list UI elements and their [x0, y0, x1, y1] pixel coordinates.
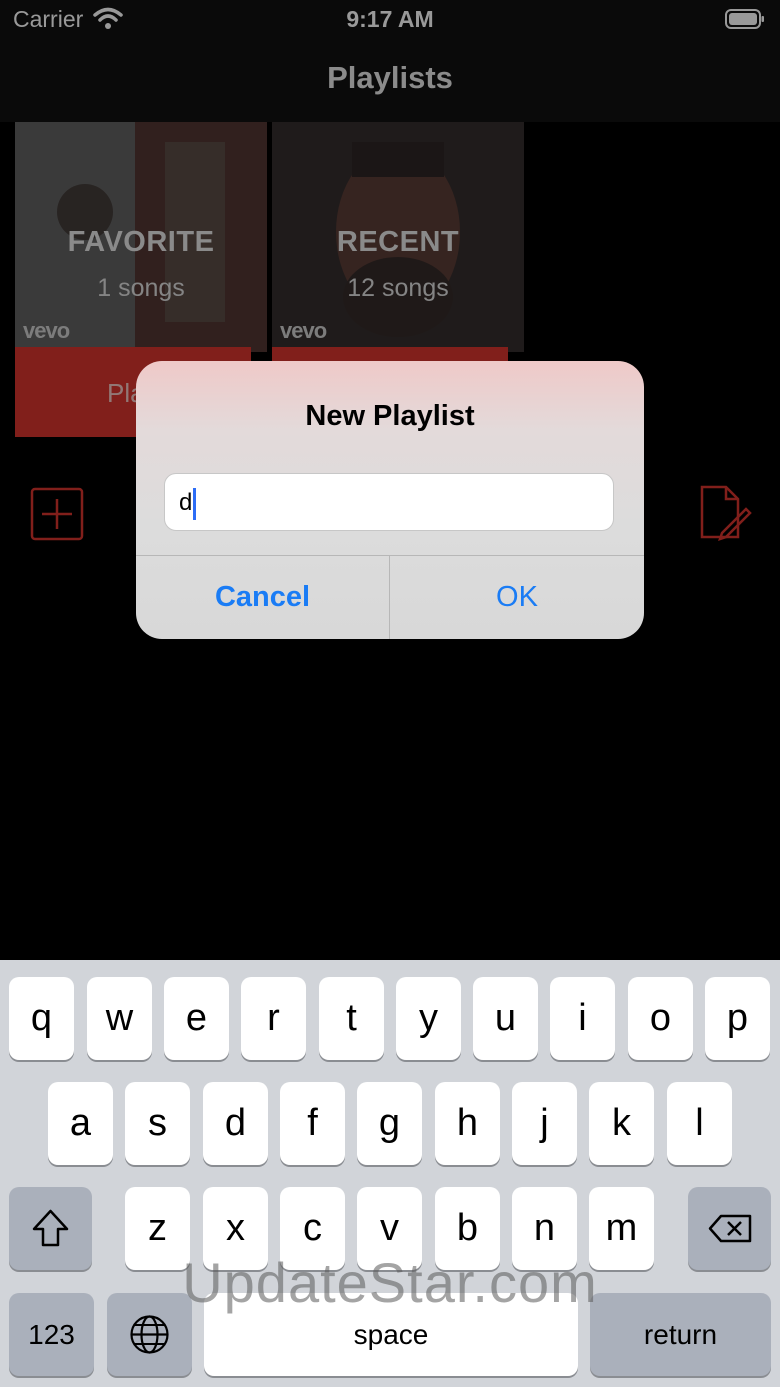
- key-q[interactable]: q: [9, 977, 74, 1060]
- key-r[interactable]: r: [241, 977, 306, 1060]
- key-u[interactable]: u: [473, 977, 538, 1060]
- key-s[interactable]: s: [125, 1082, 190, 1165]
- key-a[interactable]: a: [48, 1082, 113, 1165]
- watermark: UpdateStar.com: [182, 1251, 598, 1314]
- playlist-name-input[interactable]: d: [164, 473, 614, 531]
- key-o[interactable]: o: [628, 977, 693, 1060]
- key-i[interactable]: i: [550, 977, 615, 1060]
- key-g[interactable]: g: [357, 1082, 422, 1165]
- key-e[interactable]: e: [164, 977, 229, 1060]
- key-y[interactable]: y: [396, 977, 461, 1060]
- key-t[interactable]: t: [319, 977, 384, 1060]
- key-l[interactable]: l: [667, 1082, 732, 1165]
- key-w[interactable]: w: [87, 977, 152, 1060]
- key-h[interactable]: h: [435, 1082, 500, 1165]
- new-playlist-dialog: New Playlist d Cancel OK: [136, 361, 644, 639]
- key-f[interactable]: f: [280, 1082, 345, 1165]
- key-j[interactable]: j: [512, 1082, 577, 1165]
- ok-button[interactable]: OK: [390, 556, 644, 639]
- text-cursor: [193, 488, 196, 520]
- input-value: d: [179, 489, 193, 516]
- key-p[interactable]: p: [705, 977, 770, 1060]
- key-k[interactable]: k: [589, 1082, 654, 1165]
- key-d[interactable]: d: [203, 1082, 268, 1165]
- cancel-button[interactable]: Cancel: [136, 556, 389, 639]
- keyboard: q w e r t y u i o p a s d f g h j k l z …: [0, 960, 780, 1387]
- dialog-title: New Playlist: [305, 400, 475, 432]
